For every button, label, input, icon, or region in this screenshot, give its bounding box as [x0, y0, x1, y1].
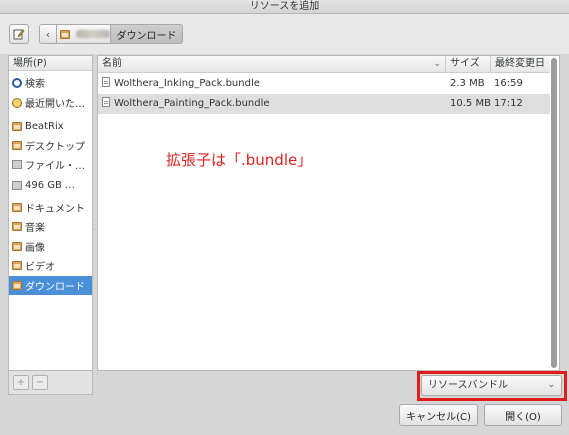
- toolbar: ‹ ダウンロード: [0, 14, 569, 54]
- sidebar-item-label: ドキュメント: [25, 204, 85, 215]
- pictures-folder-icon: [12, 242, 22, 251]
- file-row[interactable]: Wolthera_Painting_Pack.bundle 10.5 MB 17…: [98, 94, 550, 114]
- add-bookmark-button[interactable]: +: [13, 375, 29, 390]
- places-sidebar: 場所(P) 検索 最近開いた… BeatRix デスクトップ ファイル・… 49…: [8, 55, 93, 371]
- file-name-cell: Wolthera_Painting_Pack.bundle: [102, 94, 270, 114]
- sidebar-item-label: ファイル・…: [25, 161, 85, 172]
- drive-icon: [12, 160, 22, 169]
- folder-icon: [60, 29, 70, 39]
- file-list: 名前 ⌄ サイズ 最終変更日 Wolthera_Inking_Pack.bund…: [97, 55, 560, 371]
- file-row[interactable]: Wolthera_Inking_Pack.bundle 2.3 MB 16:59: [98, 74, 550, 94]
- sidebar-button-bar: + −: [8, 371, 93, 395]
- sidebar-item-label: ダウンロード: [25, 282, 85, 293]
- chevron-left-icon: ‹: [45, 27, 51, 41]
- downloads-folder-icon: [12, 281, 22, 290]
- open-button[interactable]: 開く(O): [484, 404, 562, 426]
- sort-chevron-icon: ⌄: [433, 59, 441, 69]
- file-name: Wolthera_Inking_Pack.bundle: [114, 78, 260, 89]
- path-home-button[interactable]: [56, 24, 111, 44]
- sidebar-item-label: 画像: [25, 243, 45, 254]
- home-folder-icon: [12, 122, 22, 131]
- chevron-down-icon: ⌄: [547, 380, 555, 390]
- drive-icon: [12, 181, 22, 190]
- cancel-button[interactable]: キャンセル(C): [399, 404, 478, 426]
- sidebar-item-pictures[interactable]: 画像: [9, 237, 92, 256]
- file-modified: 17:12: [494, 98, 523, 109]
- sidebar-item-music[interactable]: 音楽: [9, 217, 92, 236]
- column-header-size[interactable]: サイズ: [445, 56, 490, 73]
- file-name: Wolthera_Painting_Pack.bundle: [114, 98, 270, 109]
- music-folder-icon: [12, 222, 22, 231]
- sidebar-item-label: 496 GB …: [25, 180, 76, 191]
- column-header-modified[interactable]: 最終変更日: [490, 56, 550, 73]
- column-header-name[interactable]: 名前 ⌄: [98, 56, 445, 73]
- filter-selected-label: リソースバンドル: [428, 380, 508, 391]
- search-icon: [12, 77, 22, 88]
- sidebar-item-label: BeatRix: [25, 121, 64, 132]
- videos-folder-icon: [12, 261, 22, 270]
- file-size: 2.3 MB: [450, 78, 485, 89]
- sidebar-item-label: 検索: [25, 79, 45, 90]
- file-size: 10.5 MB: [450, 98, 491, 109]
- sidebar-item-videos[interactable]: ビデオ: [9, 256, 92, 275]
- sidebar-item-recent[interactable]: 最近開いた…: [9, 93, 92, 112]
- file-icon: [102, 77, 110, 87]
- documents-folder-icon: [12, 203, 22, 212]
- sidebar-item-filesystem[interactable]: ファイル・…: [9, 155, 92, 174]
- file-icon: [102, 97, 110, 107]
- sidebar-item-label: 最近開いた…: [25, 99, 85, 110]
- file-type-filter-select[interactable]: リソースバンドル ⌄: [421, 375, 562, 396]
- sidebar-item-beatrix[interactable]: BeatRix: [9, 117, 92, 136]
- extension-annotation: 拡張子は「.bundle」: [166, 151, 313, 169]
- path-current-button[interactable]: ダウンロード: [110, 24, 183, 44]
- desktop-folder-icon: [12, 141, 22, 150]
- sidebar-item-volume[interactable]: 496 GB …: [9, 176, 92, 195]
- window-title: リソースを追加: [0, 0, 569, 14]
- redacted-user-name: [76, 30, 110, 38]
- places-header: 場所(P): [9, 56, 92, 71]
- sidebar-item-desktop[interactable]: デスクトップ: [9, 136, 92, 155]
- sidebar-item-label: 音楽: [25, 223, 45, 234]
- sidebar-item-documents[interactable]: ドキュメント: [9, 198, 92, 217]
- recent-icon: [12, 97, 22, 108]
- sidebar-item-label: デスクトップ: [25, 142, 85, 153]
- file-list-header: 名前 ⌄ サイズ 最終変更日: [98, 56, 550, 73]
- column-name-label: 名前: [102, 58, 122, 69]
- remove-bookmark-button[interactable]: −: [32, 375, 48, 390]
- edit-location-button[interactable]: [9, 24, 29, 44]
- file-modified: 16:59: [494, 78, 523, 89]
- sidebar-item-label: ビデオ: [25, 262, 55, 273]
- path-back-button[interactable]: ‹: [39, 24, 57, 44]
- vertical-scrollbar[interactable]: [551, 58, 557, 368]
- sidebar-item-search[interactable]: 検索: [9, 73, 92, 92]
- path-current-label: ダウンロード: [116, 30, 177, 42]
- edit-icon: [13, 29, 25, 40]
- sidebar-item-downloads[interactable]: ダウンロード: [9, 276, 92, 295]
- file-name-cell: Wolthera_Inking_Pack.bundle: [102, 74, 260, 94]
